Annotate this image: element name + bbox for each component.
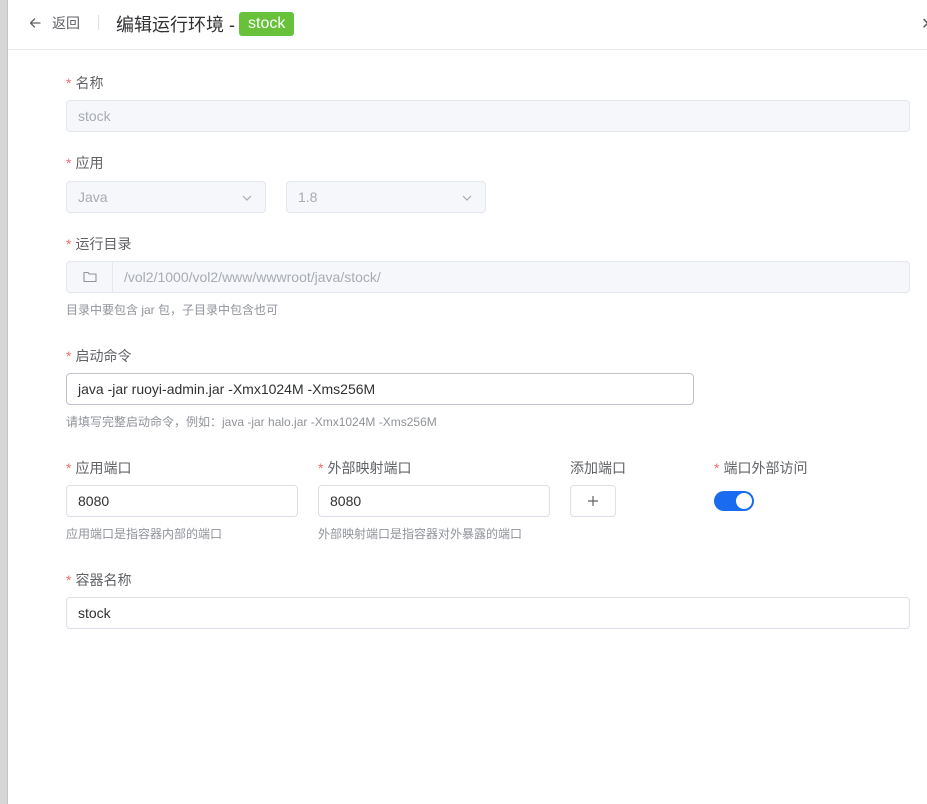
add-port-label: 添加端口: [570, 460, 626, 476]
start-cmd-input[interactable]: java -jar ruoyi-admin.jar -Xmx1024M -Xms…: [66, 373, 694, 405]
chevron-down-icon: [462, 195, 472, 201]
header-divider: [98, 15, 99, 30]
page-title: 编辑运行环境 - stock: [116, 11, 295, 37]
ext-port-hint: 外部映射端口是指容器对外暴露的端口: [318, 527, 523, 541]
app-port-label: * 应用端口: [66, 460, 132, 476]
container-name-input[interactable]: stock: [66, 597, 910, 629]
ext-port-label: * 外部映射端口: [318, 460, 412, 476]
required-mark: *: [66, 236, 72, 252]
left-panel-edge: [0, 0, 8, 804]
page-header: 返回 编辑运行环境 - stock ✕: [8, 0, 927, 50]
required-mark: *: [66, 348, 72, 364]
required-mark: *: [318, 460, 324, 476]
plus-icon: [588, 496, 598, 506]
arrow-left-icon: [29, 18, 41, 28]
run-dir-input[interactable]: /vol2/1000/vol2/www/wwwroot/java/stock/: [66, 261, 910, 293]
add-port-button[interactable]: [570, 485, 616, 517]
version-select-value: 1.8: [298, 189, 318, 205]
folder-button[interactable]: [67, 262, 113, 292]
back-label: 返回: [52, 15, 80, 31]
name-label: * 名称: [66, 75, 104, 91]
app-label: * 应用: [66, 155, 104, 171]
version-select[interactable]: 1.8: [286, 181, 486, 213]
runtime-name-tag: stock: [239, 12, 295, 36]
name-input[interactable]: stock: [66, 100, 910, 132]
run-dir-value: /vol2/1000/vol2/www/wwwroot/java/stock/: [124, 269, 381, 285]
required-mark: *: [66, 155, 72, 171]
close-icon[interactable]: ✕: [921, 14, 927, 34]
external-access-label: * 端口外部访问: [714, 460, 808, 476]
required-mark: *: [66, 460, 72, 476]
page-title-text: 编辑运行环境 -: [116, 15, 235, 35]
app-port-hint: 应用端口是指容器内部的端口: [66, 527, 223, 541]
language-select[interactable]: Java: [66, 181, 266, 213]
required-mark: *: [714, 460, 720, 476]
back-button[interactable]: 返回: [28, 13, 80, 33]
app-port-input[interactable]: 8080: [66, 485, 298, 517]
run-dir-label: * 运行目录: [66, 236, 132, 252]
run-dir-hint: 目录中要包含 jar 包，子目录中包含也可: [66, 303, 279, 317]
external-access-switch[interactable]: [714, 491, 754, 511]
start-cmd-label: * 启动命令: [66, 348, 132, 364]
start-cmd-hint: 请填写完整启动命令，例如：java -jar halo.jar -Xmx1024…: [66, 415, 437, 429]
required-mark: *: [66, 572, 72, 588]
switch-knob: [736, 493, 752, 509]
folder-icon: [82, 271, 97, 283]
ext-port-input[interactable]: 8080: [318, 485, 550, 517]
required-mark: *: [66, 75, 72, 91]
container-name-label: * 容器名称: [66, 572, 132, 588]
language-select-value: Java: [78, 189, 108, 205]
chevron-down-icon: [242, 195, 252, 201]
